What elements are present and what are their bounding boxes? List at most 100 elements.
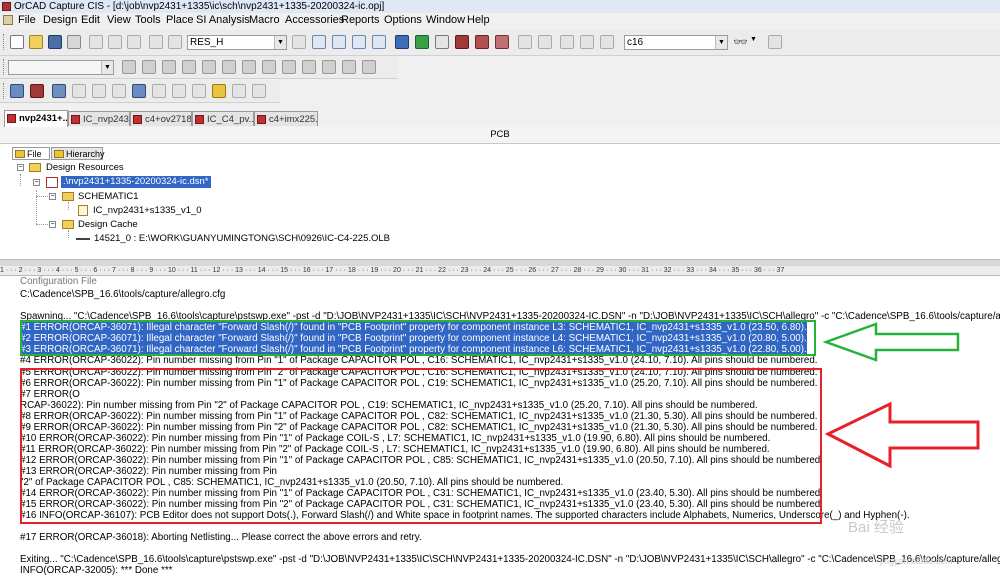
print-icon[interactable] xyxy=(67,35,81,49)
cross-reference-icon[interactable] xyxy=(475,35,489,49)
paste-icon[interactable] xyxy=(127,35,141,49)
edit-properties-icon[interactable] xyxy=(192,84,206,98)
power-probe-icon[interactable] xyxy=(262,60,276,74)
collapse-icon[interactable]: − xyxy=(49,193,56,200)
menu-file[interactable]: File xyxy=(18,13,36,28)
menu-place[interactable]: Place xyxy=(166,13,194,28)
step-icon[interactable] xyxy=(122,60,136,74)
run-icon[interactable] xyxy=(142,60,156,74)
pcb-editor-icon[interactable] xyxy=(518,35,532,49)
menu-si-analysis[interactable]: SI Analysis xyxy=(196,13,250,28)
zoom-out-icon[interactable] xyxy=(332,35,346,49)
menu-design[interactable]: Design xyxy=(43,13,77,28)
probe-icon[interactable] xyxy=(202,60,216,74)
snap-to-grid-icon[interactable] xyxy=(560,35,574,49)
tree-cache-item[interactable]: 14521_0 : E:\WORK\GUANYUMINGTONG\SCH\092… xyxy=(94,233,390,245)
tab-project[interactable]: nvp2431+...* xyxy=(4,110,68,127)
bias-i-icon[interactable] xyxy=(322,60,336,74)
zoom-all-icon[interactable] xyxy=(372,35,386,49)
annotate-icon[interactable] xyxy=(415,35,429,49)
open-folder-icon[interactable] xyxy=(29,35,43,49)
property-editor-icon[interactable] xyxy=(72,84,86,98)
collapse-icon[interactable]: − xyxy=(33,179,40,186)
undo-icon[interactable] xyxy=(149,35,163,49)
find-next-icon[interactable] xyxy=(768,35,782,49)
subtab-hierarchy[interactable]: Hierarchy xyxy=(51,147,105,160)
cut-icon[interactable] xyxy=(89,35,103,49)
tab-schematic-3[interactable]: IC_C4_pv... xyxy=(192,111,254,126)
tree-design-resources[interactable]: Design Resources xyxy=(46,162,124,174)
browse-icon[interactable] xyxy=(132,84,146,98)
tree-line xyxy=(68,230,69,238)
part-manager-icon[interactable] xyxy=(30,84,44,98)
search-dropdown-icon[interactable]: ▼ xyxy=(750,36,757,43)
project-header: PCB xyxy=(0,127,1000,144)
netlist-icon[interactable] xyxy=(435,35,449,49)
check-icon[interactable] xyxy=(252,84,266,98)
subtab-file[interactable]: File xyxy=(12,147,50,160)
toolbar-grip[interactable] xyxy=(3,59,7,75)
constraint-manager-icon[interactable] xyxy=(172,84,186,98)
area-select-icon[interactable] xyxy=(580,35,594,49)
document-system-menu-icon[interactable] xyxy=(3,15,13,25)
menu-macro[interactable]: Macro xyxy=(249,13,280,28)
tree-line xyxy=(36,196,48,197)
menu-tools[interactable]: Tools xyxy=(135,13,161,28)
current-probe-icon[interactable] xyxy=(242,60,256,74)
chevron-down-icon[interactable]: ▼ xyxy=(715,36,727,49)
drc-icon[interactable] xyxy=(395,35,409,49)
tree-design-cache[interactable]: Design Cache xyxy=(78,219,138,231)
hierarchy-icon[interactable] xyxy=(10,84,24,98)
link-database-icon[interactable] xyxy=(232,84,246,98)
zoom-area-icon[interactable] xyxy=(352,35,366,49)
backannotate-icon[interactable] xyxy=(495,35,509,49)
collapse-icon[interactable]: − xyxy=(49,221,56,228)
tab-schematic-4[interactable]: c4+imx225... xyxy=(254,111,318,126)
toolbar-grip[interactable] xyxy=(3,34,7,50)
bias-v-icon[interactable] xyxy=(302,60,316,74)
menu-accessories[interactable]: Accessories xyxy=(285,13,344,28)
design-file-icon xyxy=(46,177,58,188)
bom-icon[interactable] xyxy=(455,35,469,49)
voltage-probe-icon[interactable] xyxy=(222,60,236,74)
bias-w-icon[interactable] xyxy=(342,60,356,74)
tree-schematic[interactable]: SCHEMATIC1 xyxy=(78,191,139,203)
component-icon[interactable] xyxy=(292,35,306,49)
toolbar-grip[interactable] xyxy=(3,83,7,99)
menu-help[interactable]: Help xyxy=(467,13,490,28)
cis-icon[interactable] xyxy=(538,35,552,49)
menu-edit[interactable]: Edit xyxy=(81,13,100,28)
simulation-icon[interactable] xyxy=(362,60,376,74)
menu-view[interactable]: View xyxy=(107,13,131,28)
binoculars-icon[interactable]: 👓 xyxy=(733,35,748,49)
zoom-in-icon[interactable] xyxy=(312,35,326,49)
tab-schematic-2[interactable]: c4+ov2718... xyxy=(130,111,192,126)
cross-probe-icon[interactable] xyxy=(92,84,106,98)
help-icon[interactable] xyxy=(600,35,614,49)
tree-dsn-file[interactable]: .\nvp2431+1335-20200324-ic.dsn* xyxy=(61,176,211,188)
capture-toolbar xyxy=(0,80,280,103)
save-icon[interactable] xyxy=(48,35,62,49)
update-cache-icon[interactable] xyxy=(52,84,66,98)
menu-window[interactable]: Window xyxy=(426,13,465,28)
collapse-icon[interactable]: − xyxy=(17,164,24,171)
schematic-icon xyxy=(133,115,142,124)
redo-icon[interactable] xyxy=(168,35,182,49)
tab-schematic-1[interactable]: IC_nvp243... xyxy=(68,111,130,126)
compare-icon[interactable] xyxy=(152,84,166,98)
search-combo[interactable]: c16 ▼ xyxy=(624,35,728,50)
copy-icon[interactable] xyxy=(108,35,122,49)
variant-icon[interactable] xyxy=(212,84,226,98)
cart-icon[interactable] xyxy=(112,84,126,98)
property-combo[interactable]: ▼ xyxy=(8,60,114,75)
menu-options[interactable]: Options xyxy=(384,13,422,28)
part-name-combo[interactable]: RES_H ▼ xyxy=(187,35,287,50)
new-icon[interactable] xyxy=(10,35,24,49)
stop-icon[interactable] xyxy=(162,60,176,74)
marker-icon[interactable] xyxy=(282,60,296,74)
tree-page[interactable]: IC_nvp2431+s1335_v1_0 xyxy=(93,205,202,217)
menu-reports[interactable]: Reports xyxy=(341,13,380,28)
chevron-down-icon[interactable]: ▼ xyxy=(274,36,286,49)
chevron-down-icon[interactable]: ▼ xyxy=(101,61,113,74)
pause-icon[interactable] xyxy=(182,60,196,74)
